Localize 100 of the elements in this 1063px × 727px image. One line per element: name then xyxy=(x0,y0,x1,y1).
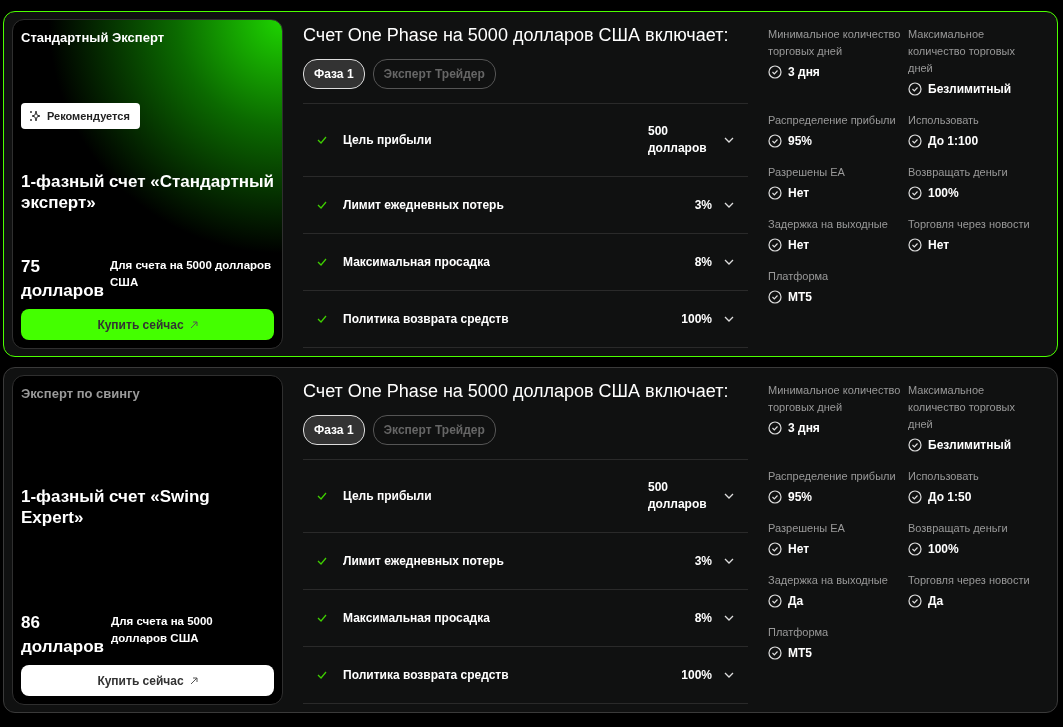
plan-category: Стандартный Эксперт xyxy=(21,29,166,47)
check-circle-icon xyxy=(768,186,782,200)
plan-name: 1-фазный счет «Swing Expert» xyxy=(21,486,211,529)
stat-value: Безлимитный xyxy=(928,81,1012,98)
stat-value: 100% xyxy=(928,541,959,558)
rule-value: 500 долларов xyxy=(648,479,708,513)
chevron-icon xyxy=(724,316,734,322)
rule-label: Максимальная просадка xyxy=(343,610,490,627)
check-icon xyxy=(317,557,327,565)
check-circle-icon xyxy=(768,490,782,504)
stat-label: Разрешены EA xyxy=(768,521,846,536)
check-circle-icon xyxy=(908,490,922,504)
check-circle-icon xyxy=(908,438,922,452)
rule-value: 100% xyxy=(680,310,712,328)
rule-label: Политика возврата средств xyxy=(343,667,509,684)
sparkle-icon xyxy=(29,109,41,122)
stat-value: Безлимитный xyxy=(928,437,1012,454)
rule-value: 3% xyxy=(693,552,712,570)
stat-value: 3 дня xyxy=(788,64,820,81)
check-icon xyxy=(317,492,327,500)
rule-value: 8% xyxy=(693,253,712,271)
stat-value: Нет xyxy=(788,541,810,558)
stat-label: Максимальное количество торговых дней xyxy=(908,383,1016,432)
rule-row[interactable]: Политика возврата средств 100% xyxy=(303,647,748,704)
rule-row[interactable]: Лимит ежедневных потерь 3% xyxy=(303,177,748,234)
check-circle-icon xyxy=(908,594,922,608)
check-circle-icon xyxy=(768,594,782,608)
stat-label: Возвращать деньги xyxy=(908,165,1009,180)
rule-row[interactable]: Лимит ежедневных потерь 3% xyxy=(303,533,748,590)
stat-label: Торговля через новости xyxy=(908,217,1031,232)
chevron-icon xyxy=(724,493,734,499)
rule-label: Лимит ежедневных потерь xyxy=(343,553,504,570)
plan-price: 86 долларов xyxy=(21,612,105,658)
chevron-icon xyxy=(724,202,734,208)
stat-value: Нет xyxy=(788,185,810,202)
price-note: Для счета на 5000 долларов США xyxy=(110,258,273,290)
rule-row[interactable]: Цель прибыли 500 долларов xyxy=(303,104,748,177)
stat-label: Использовать xyxy=(908,113,980,128)
rule-row[interactable]: Максимальная просадка 8% xyxy=(303,234,748,291)
phase-tab[interactable]: Фаза 1 xyxy=(303,59,365,89)
rule-value: 100% xyxy=(680,666,712,684)
rule-label: Лимит ежедневных потерь xyxy=(343,197,504,214)
stat-label: Задержка на выходные xyxy=(768,217,889,232)
check-circle-icon xyxy=(908,238,922,252)
stat-value: Нет xyxy=(928,237,950,254)
buy-button[interactable]: Купить сейчас xyxy=(21,309,274,340)
rule-value: 8% xyxy=(693,609,712,627)
rule-row[interactable]: Цель прибыли 500 долларов xyxy=(303,460,748,533)
stat-label: Платформа xyxy=(768,269,830,284)
check-circle-icon xyxy=(768,542,782,556)
section-title: Счет One Phase на 5000 долларов США включает: xyxy=(303,24,730,47)
stat-value: 95% xyxy=(788,489,813,506)
stat-value: До 1:50 xyxy=(928,489,972,506)
stat-value: MT5 xyxy=(788,645,812,662)
section-title: Счет One Phase на 5000 долларов США включает: xyxy=(303,380,730,403)
check-icon xyxy=(317,614,327,622)
arrow-icon xyxy=(189,320,198,329)
stat-value: MT5 xyxy=(788,289,812,306)
recommended-badge: Рекомендуется xyxy=(21,102,140,129)
check-circle-icon xyxy=(908,542,922,556)
stat-label: Распределение прибыли xyxy=(768,113,897,128)
stat-label: Минимальное количество торговых дней xyxy=(768,27,902,59)
rule-row[interactable]: Максимальная просадка 8% xyxy=(303,590,748,647)
chevron-icon xyxy=(724,615,734,621)
phase-tab[interactable]: Фаза 1 xyxy=(303,415,365,445)
check-circle-icon xyxy=(768,134,782,148)
stat-label: Использовать xyxy=(908,469,980,484)
stat-value: Да xyxy=(788,593,804,610)
check-circle-icon xyxy=(908,134,922,148)
chevron-icon xyxy=(724,558,734,564)
stat-label: Задержка на выходные xyxy=(768,573,889,588)
buy-button[interactable]: Купить сейчас xyxy=(21,665,274,696)
rule-value: 3% xyxy=(693,196,712,214)
plan-name: 1-фазный счет «Стандартный эксперт» xyxy=(21,171,274,213)
plan-price: 75 долларов xyxy=(21,256,105,302)
price-note: Для счета на 5000 долларов США xyxy=(111,614,214,646)
check-icon xyxy=(317,315,327,323)
check-icon xyxy=(317,671,327,679)
stat-value: Нет xyxy=(788,237,810,254)
chevron-icon xyxy=(724,137,734,143)
chevron-icon xyxy=(724,259,734,265)
rule-row[interactable]: Политика возврата средств 100% xyxy=(303,291,748,348)
stat-value: До 1:100 xyxy=(928,133,979,150)
check-icon xyxy=(317,136,327,144)
stat-value: 100% xyxy=(928,185,959,202)
arrow-icon xyxy=(189,676,198,685)
stat-label: Разрешены EA xyxy=(768,165,846,180)
check-circle-icon xyxy=(768,421,782,435)
plan-category: Эксперт по свингу xyxy=(21,385,141,403)
rule-label: Цель прибыли xyxy=(343,488,432,505)
check-icon xyxy=(317,258,327,266)
stat-value: 3 дня xyxy=(788,420,820,437)
rule-value: 500 долларов xyxy=(648,123,708,157)
chevron-icon xyxy=(724,672,734,678)
stat-label: Минимальное количество торговых дней xyxy=(768,383,902,415)
stat-label: Платформа xyxy=(768,625,830,640)
stat-label: Распределение прибыли xyxy=(768,469,897,484)
check-circle-icon xyxy=(908,186,922,200)
stat-value: 95% xyxy=(788,133,813,150)
stat-label: Возвращать деньги xyxy=(908,521,1009,536)
